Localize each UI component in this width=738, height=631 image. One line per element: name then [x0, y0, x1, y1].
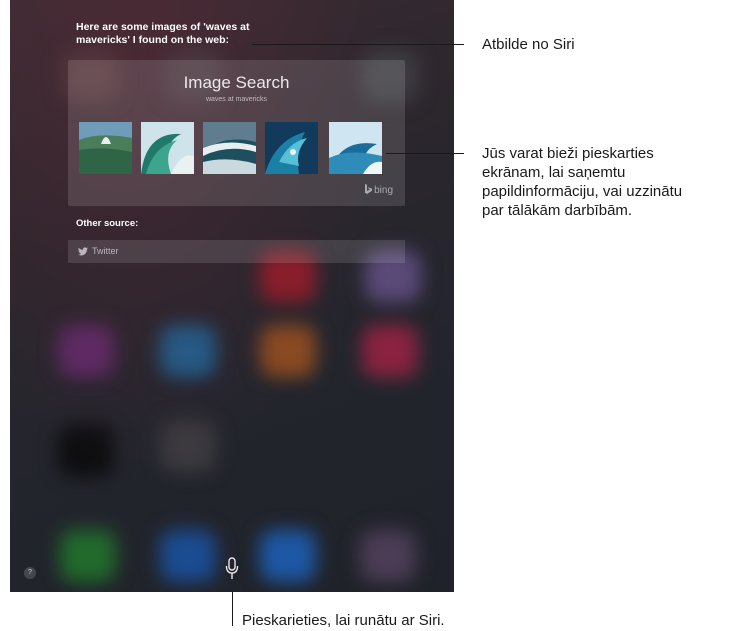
- callout-tap-screen-line: par tālākām darbībām.: [482, 202, 633, 219]
- help-button[interactable]: ?: [24, 567, 36, 579]
- image-thumbnail[interactable]: [141, 122, 194, 174]
- callout-tap-screen-line: Jūs varat bieži pieskarties: [482, 145, 654, 162]
- callout-tap-screen-line: papildinformāciju, vai uzzinātu: [482, 183, 683, 200]
- twitter-bird-icon: [78, 247, 88, 256]
- card-subtitle: waves at mavericks: [205, 96, 268, 103]
- callout-mic: Pieskarieties, lai runātu ar Siri.: [242, 612, 445, 629]
- twitter-source-row[interactable]: Twitter: [68, 240, 405, 263]
- bing-attribution: bing: [365, 184, 393, 196]
- microphone-icon[interactable]: [225, 557, 239, 581]
- card-title: Image Search: [183, 73, 290, 92]
- callout-line-response: [252, 44, 464, 45]
- callout-line-tap-screen: [386, 153, 464, 154]
- image-search-card[interactable]: Image Search waves at mavericks bing: [68, 60, 405, 206]
- image-thumbnail[interactable]: [329, 122, 382, 174]
- other-source-heading: Other source:: [76, 218, 139, 229]
- bing-label: bing: [374, 185, 393, 196]
- callout-line-mic: [232, 592, 233, 626]
- image-thumbnail[interactable]: [265, 122, 318, 174]
- image-thumbnail[interactable]: [203, 122, 256, 174]
- twitter-label: Twitter: [92, 246, 119, 256]
- callout-tap-screen: Jūs varat bieži pieskarties ekrānam, lai…: [482, 144, 738, 220]
- siri-screen[interactable]: Here are some images of 'waves at maveri…: [10, 0, 454, 592]
- image-thumbnail[interactable]: [79, 122, 132, 174]
- callout-response: Atbilde no Siri: [482, 36, 575, 53]
- bing-logo-icon: [365, 184, 373, 194]
- callout-tap-screen-line: ekrānam, lai saņemtu: [482, 164, 626, 181]
